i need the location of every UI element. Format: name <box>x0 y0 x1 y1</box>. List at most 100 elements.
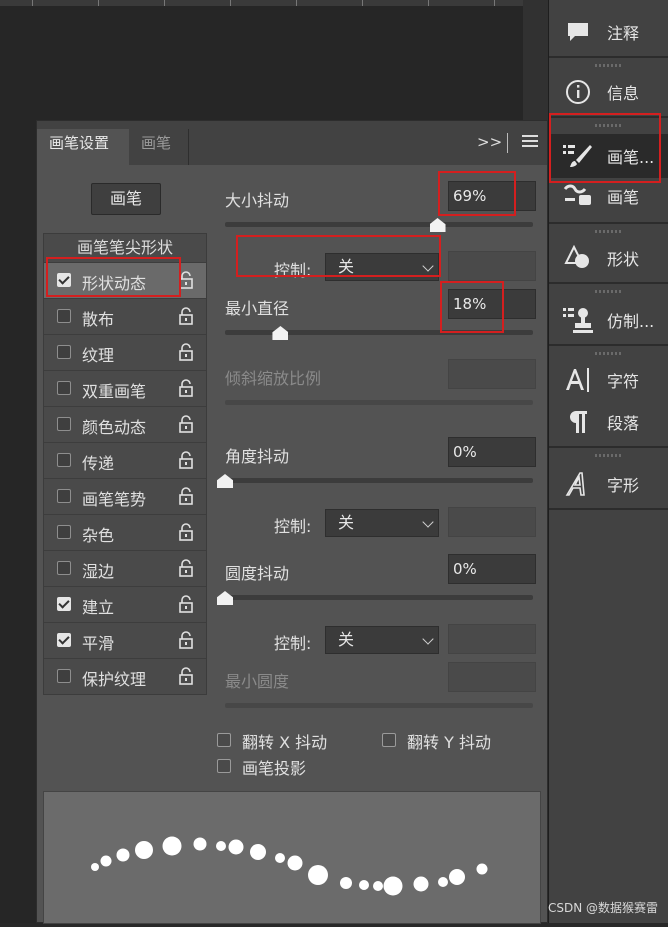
option-checkbox[interactable] <box>57 633 71 647</box>
option-row-scattering[interactable]: 散布 <box>44 298 206 334</box>
option-row-noise[interactable]: 杂色 <box>44 514 206 550</box>
min-diameter-slider[interactable] <box>225 330 533 335</box>
option-checkbox[interactable] <box>57 525 71 539</box>
roundness-fade-input <box>448 624 536 654</box>
option-checkbox[interactable] <box>57 453 71 467</box>
option-row-transfer[interactable]: 传递 <box>44 442 206 478</box>
stroke-preview <box>43 791 541 924</box>
panel-expand-icon[interactable]: >> <box>477 133 502 151</box>
dock-item-info[interactable]: 信息 <box>549 70 668 114</box>
option-row-brush-pose[interactable]: 画笔笔势 <box>44 478 206 514</box>
stroke-preview-dots <box>91 836 488 896</box>
option-checkbox[interactable] <box>57 561 71 575</box>
angle-jitter-input[interactable]: 0% <box>448 437 536 467</box>
lock-icon[interactable] <box>178 451 194 469</box>
fade-steps-input <box>448 251 536 281</box>
roundness-jitter-label: 圆度抖动 <box>225 564 290 583</box>
size-jitter-input[interactable]: 69% <box>448 181 536 211</box>
option-checkbox[interactable] <box>57 309 71 323</box>
chevron-down-icon <box>422 633 434 645</box>
option-row-build-up[interactable]: 建立 <box>44 586 206 622</box>
lock-icon[interactable] <box>178 487 194 505</box>
angle-fade-input <box>448 507 536 537</box>
angle-control-select[interactable]: 关 <box>325 509 439 537</box>
lock-icon[interactable] <box>178 415 194 433</box>
panel-divider <box>507 133 508 153</box>
roundness-jitter-slider[interactable] <box>225 595 533 600</box>
option-checkbox[interactable] <box>57 273 71 287</box>
option-checkbox[interactable] <box>57 669 71 683</box>
character-icon <box>563 365 593 395</box>
dock-label-brush-settings: 画笔... <box>607 148 655 167</box>
chevron-down-icon <box>422 260 434 272</box>
tab-brush-settings[interactable]: 画笔设置 <box>37 129 129 165</box>
dock-item-comments[interactable]: 注释 <box>549 10 668 54</box>
option-row-dual-brush[interactable]: 双重画笔 <box>44 370 206 406</box>
angle-jitter-slider[interactable] <box>225 478 533 483</box>
option-row-wet-edges[interactable]: 湿边 <box>44 550 206 586</box>
dock-item-brush-presets[interactable]: 画笔 <box>549 174 668 218</box>
shapes-icon <box>563 243 593 273</box>
clone-source-icon <box>563 305 593 335</box>
lock-icon[interactable] <box>178 631 194 649</box>
dock-item-clone-source[interactable]: 仿制... <box>549 298 668 342</box>
dock-label-glyphs: 字形 <box>607 476 640 495</box>
option-label: 建立 <box>82 598 115 617</box>
dock-item-brush-settings[interactable]: 画笔... <box>549 134 668 178</box>
option-label: 散布 <box>82 310 115 329</box>
watermark: CSDN @数据猴赛雷 <box>548 901 659 915</box>
flip-x-checkbox[interactable] <box>217 733 231 747</box>
option-row-shape-dynamics[interactable]: 形状动态 <box>44 262 206 298</box>
option-row-texture[interactable]: 纹理 <box>44 334 206 370</box>
lock-icon[interactable] <box>178 559 194 577</box>
min-roundness-label: 最小圆度 <box>225 672 290 691</box>
option-row-color-dynamics[interactable]: 颜色动态 <box>44 406 206 442</box>
control-label: 控制: <box>274 517 312 536</box>
min-diameter-label: 最小直径 <box>225 299 290 318</box>
option-checkbox[interactable] <box>57 381 71 395</box>
size-jitter-slider[interactable] <box>225 222 533 227</box>
lock-icon[interactable] <box>178 595 194 613</box>
glyphs-icon <box>563 469 593 499</box>
panel-menu-icon[interactable] <box>522 135 538 149</box>
size-control-select[interactable]: 关 <box>325 253 439 281</box>
select-value: 关 <box>338 513 355 532</box>
option-checkbox[interactable] <box>57 489 71 503</box>
tab-brush[interactable]: 画笔 <box>129 129 189 165</box>
tip-shape-header[interactable]: 画笔笔尖形状 <box>44 234 206 262</box>
brush-settings-panel: 画笔设置 画笔 >> 画笔 画笔笔尖形状 形状动态 散布 纹理 双重画笔 颜色动… <box>36 120 548 924</box>
brush-presets-icon <box>563 181 593 211</box>
brush-options-list: 画笔笔尖形状 形状动态 散布 纹理 双重画笔 颜色动态 传递 画笔笔势 杂色 湿… <box>43 233 207 695</box>
dock-item-glyphs[interactable]: 字形 <box>549 462 668 506</box>
brush-projection-checkbox[interactable] <box>217 759 231 773</box>
dock-label-paragraph: 段落 <box>607 414 640 433</box>
tilt-scale-label: 倾斜缩放比例 <box>225 369 322 388</box>
paragraph-icon <box>563 407 593 437</box>
control-label: 控制: <box>274 634 312 653</box>
dock-item-paragraph[interactable]: 段落 <box>549 400 668 444</box>
option-label: 保护纹理 <box>82 670 147 689</box>
option-row-protect-texture[interactable]: 保护纹理 <box>44 658 206 694</box>
min-diameter-input[interactable]: 18% <box>448 289 536 319</box>
dock-item-character[interactable]: 字符 <box>549 358 668 402</box>
option-checkbox[interactable] <box>57 345 71 359</box>
lock-icon[interactable] <box>178 667 194 685</box>
select-value: 关 <box>338 257 355 276</box>
option-label: 湿边 <box>82 562 115 581</box>
lock-icon[interactable] <box>178 523 194 541</box>
option-checkbox[interactable] <box>57 597 71 611</box>
option-checkbox[interactable] <box>57 417 71 431</box>
roundness-control-select[interactable]: 关 <box>325 626 439 654</box>
option-label: 纹理 <box>82 346 115 365</box>
lock-icon[interactable] <box>178 307 194 325</box>
option-row-smoothing[interactable]: 平滑 <box>44 622 206 658</box>
info-icon <box>563 77 593 107</box>
dock-item-shapes[interactable]: 形状 <box>549 236 668 280</box>
roundness-jitter-input[interactable]: 0% <box>448 554 536 584</box>
lock-icon[interactable] <box>178 343 194 361</box>
lock-icon[interactable] <box>178 271 194 289</box>
lock-icon[interactable] <box>178 379 194 397</box>
flip-y-checkbox[interactable] <box>382 733 396 747</box>
brush-presets-button[interactable]: 画笔 <box>91 183 161 215</box>
dock-label-character: 字符 <box>607 372 640 391</box>
